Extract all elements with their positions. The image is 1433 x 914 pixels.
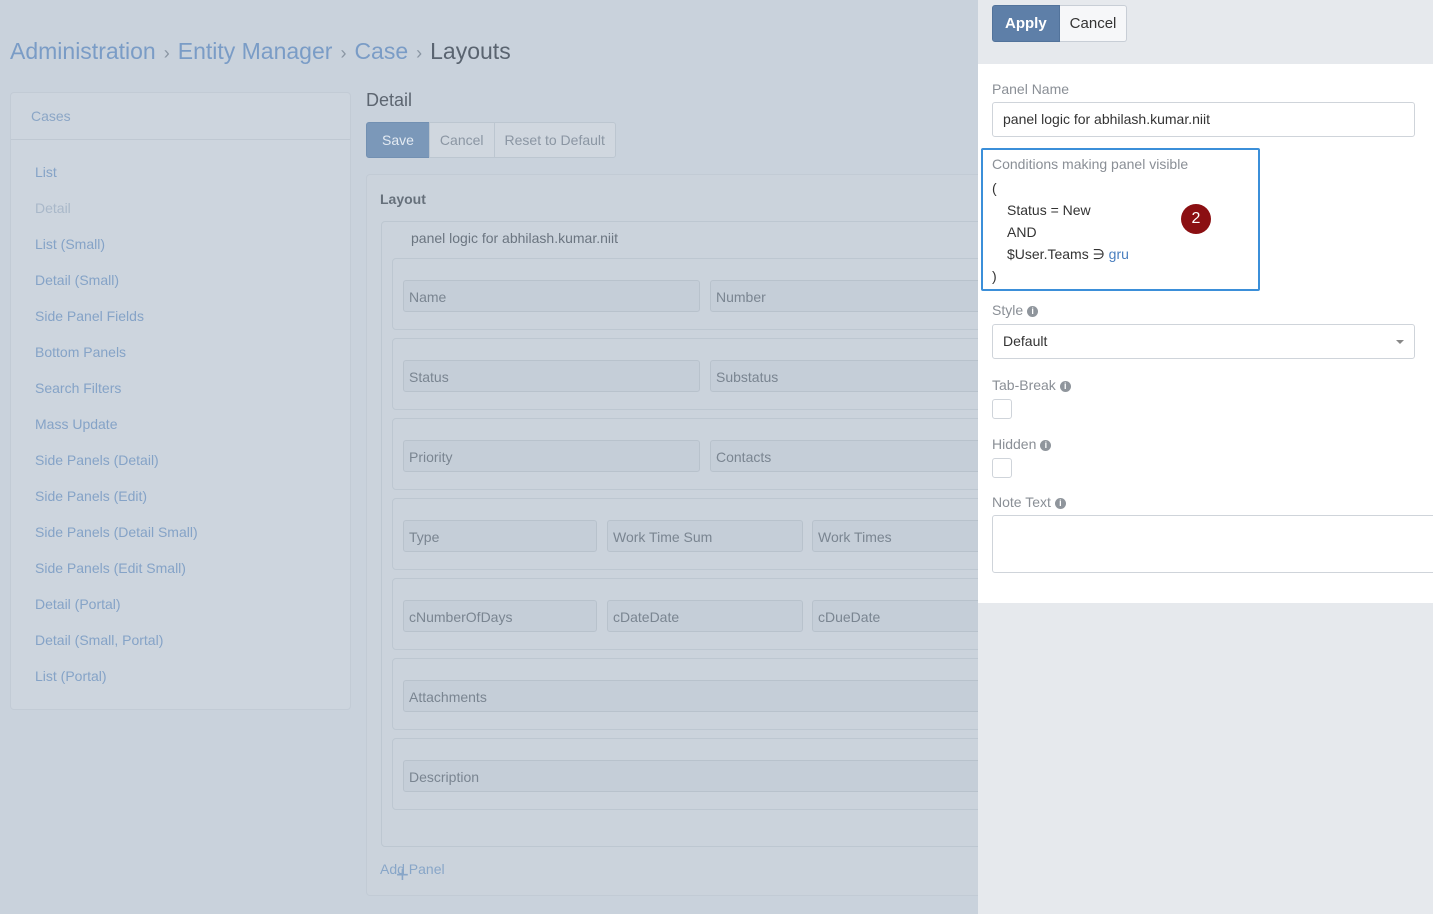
breadcrumb-current: Layouts	[430, 38, 511, 64]
hidden-checkbox[interactable]	[992, 458, 1012, 478]
style-label-text: Style	[992, 302, 1024, 318]
layout-row: Status Substatus	[392, 338, 1034, 410]
info-icon[interactable]: i	[1027, 306, 1039, 317]
breadcrumb: Administration › Entity Manager › Case › Layou…	[10, 38, 511, 65]
style-select[interactable]: Default	[992, 324, 1415, 359]
layout-list-item[interactable]: Detail (Portal)	[11, 586, 350, 622]
note-text-label: Note Text i	[992, 494, 1066, 510]
layout-field-cell[interactable]: cNumberOfDays	[403, 600, 597, 632]
layout-field-cell[interactable]: Type	[403, 520, 597, 552]
reset-to-default-button[interactable]: Reset to Default	[493, 122, 616, 158]
breadcrumb-separator: ›	[340, 43, 347, 63]
save-button[interactable]: Save	[366, 122, 430, 158]
panel-edit-modal: Apply Cancel Panel Name panel logic for …	[978, 0, 1433, 914]
tab-break-checkbox[interactable]	[992, 399, 1012, 419]
layout-row: Attachments	[392, 658, 1034, 730]
layout-field-cell[interactable]: cDateDate	[607, 600, 803, 632]
layout-field-cell[interactable]: Substatus	[710, 360, 1010, 392]
breadcrumb-administration[interactable]: Administration	[10, 38, 156, 64]
layout-list-panel: Cases List Detail List (Small) Detail (S…	[10, 92, 351, 710]
layout-field-cell[interactable]: Description	[403, 760, 1013, 792]
layout-field-cell[interactable]: Contacts	[710, 440, 1010, 472]
layout-list-item[interactable]: List (Small)	[11, 226, 350, 262]
layout-list-header: Cases	[11, 93, 350, 140]
add-panel-link[interactable]: Add Panel	[380, 861, 445, 877]
layout-list-item[interactable]: List	[11, 154, 350, 190]
layout-list-item[interactable]: Detail (Small, Portal)	[11, 622, 350, 658]
layout-panel-name[interactable]: panel logic for abhilash.kumar.niit	[411, 230, 618, 246]
panel-name-label: Panel Name	[992, 81, 1070, 97]
layout-list-item[interactable]: Side Panels (Edit)	[11, 478, 350, 514]
layout-field-cell[interactable]: Status	[403, 360, 700, 392]
modal-button-group: Apply Cancel	[992, 5, 1128, 42]
layout-list-item[interactable]: Search Filters	[11, 370, 350, 406]
layout-list-item[interactable]: List (Portal)	[11, 658, 350, 694]
caret-down-icon	[1396, 340, 1404, 344]
layout-list-item-active[interactable]: Detail	[11, 190, 350, 226]
layout-label: Layout	[380, 191, 426, 207]
info-icon[interactable]: i	[1040, 440, 1052, 451]
layout-panel: panel logic for abhilash.kumar.niit Name…	[381, 221, 1034, 887]
layout-field-cell[interactable]: Attachments	[403, 680, 1013, 712]
cancel-button[interactable]: Cancel	[428, 122, 495, 158]
layout-editor: Layout panel logic for abhilash.kumar.ni…	[366, 174, 1034, 896]
apply-button[interactable]: Apply	[992, 5, 1060, 42]
layout-list-item[interactable]: Bottom Panels	[11, 334, 350, 370]
layout-row: Priority Contacts	[392, 418, 1034, 490]
breadcrumb-entity-manager[interactable]: Entity Manager	[178, 38, 333, 64]
style-select-value: Default	[1003, 333, 1048, 349]
tab-break-label: Tab-Break i	[992, 377, 1071, 393]
layout-field-cell[interactable]: Name	[403, 280, 700, 312]
detail-title: Detail	[366, 90, 413, 110]
conditions-highlight-box	[981, 148, 1260, 291]
hidden-label-text: Hidden	[992, 436, 1037, 452]
layout-list-item[interactable]: Detail (Small)	[11, 262, 350, 298]
note-text-textarea[interactable]	[992, 515, 1433, 573]
layout-field-cell[interactable]: Priority	[403, 440, 700, 472]
layout-list-item[interactable]: Side Panels (Detail Small)	[11, 514, 350, 550]
panel-edit-form: Panel Name panel logic for abhilash.kuma…	[978, 64, 1433, 603]
layout-row: Name Number	[392, 258, 1034, 330]
note-text-label-text: Note Text	[992, 494, 1051, 510]
tab-break-label-text: Tab-Break	[992, 377, 1056, 393]
panel-name-input[interactable]: panel logic for abhilash.kumar.niit	[992, 102, 1415, 137]
step-badge: 2	[1181, 204, 1211, 234]
layout-list-item[interactable]: Mass Update	[11, 406, 350, 442]
layout-row: Description	[392, 738, 1034, 810]
breadcrumb-separator: ›	[416, 43, 423, 63]
breadcrumb-case[interactable]: Case	[354, 38, 408, 64]
modal-cancel-button[interactable]: Cancel	[1059, 5, 1128, 42]
detail-button-group: Save Cancel Reset to Default	[366, 122, 616, 158]
layout-list: List Detail List (Small) Detail (Small) …	[11, 140, 350, 694]
layout-row: cNumberOfDays cDateDate cDueDate	[392, 578, 1034, 650]
layout-list-item[interactable]: Side Panels (Detail)	[11, 442, 350, 478]
info-icon[interactable]: i	[1059, 381, 1071, 392]
info-icon[interactable]: i	[1054, 498, 1066, 509]
hidden-label: Hidden i	[992, 436, 1052, 452]
layout-list-item[interactable]: Side Panel Fields	[11, 298, 350, 334]
layout-list-item[interactable]: Side Panels (Edit Small)	[11, 550, 350, 586]
layout-field-cell[interactable]: Number	[710, 280, 1010, 312]
breadcrumb-separator: ›	[163, 43, 170, 63]
layout-field-cell[interactable]: Work Time Sum	[607, 520, 803, 552]
style-label: Style i	[992, 302, 1039, 318]
layout-row: Type Work Time Sum Work Times	[392, 498, 1034, 570]
